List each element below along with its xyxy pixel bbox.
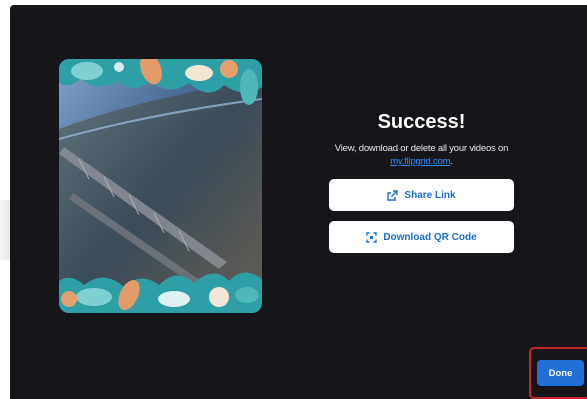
- subtitle-text: View, download or delete all your videos…: [334, 143, 509, 154]
- success-title: Success!: [377, 111, 466, 133]
- download-qr-label: Download QR Code: [383, 231, 477, 243]
- external-link-icon: [387, 189, 399, 201]
- page-edge: [0, 200, 10, 260]
- subtitle-period: .: [450, 156, 453, 167]
- download-qr-button[interactable]: Download QR Code: [329, 221, 514, 253]
- done-button[interactable]: Done: [537, 360, 584, 386]
- share-link-label: Share Link: [404, 189, 456, 201]
- success-subtitle: View, download or delete all your videos…: [326, 142, 517, 168]
- video-thumbnail: [59, 59, 262, 313]
- success-modal: Success! View, download or delete all yo…: [10, 5, 587, 399]
- qr-code-icon: [366, 231, 378, 243]
- share-link-button[interactable]: Share Link: [329, 179, 514, 211]
- flipgrid-link[interactable]: my.flipgrid.com: [390, 156, 450, 167]
